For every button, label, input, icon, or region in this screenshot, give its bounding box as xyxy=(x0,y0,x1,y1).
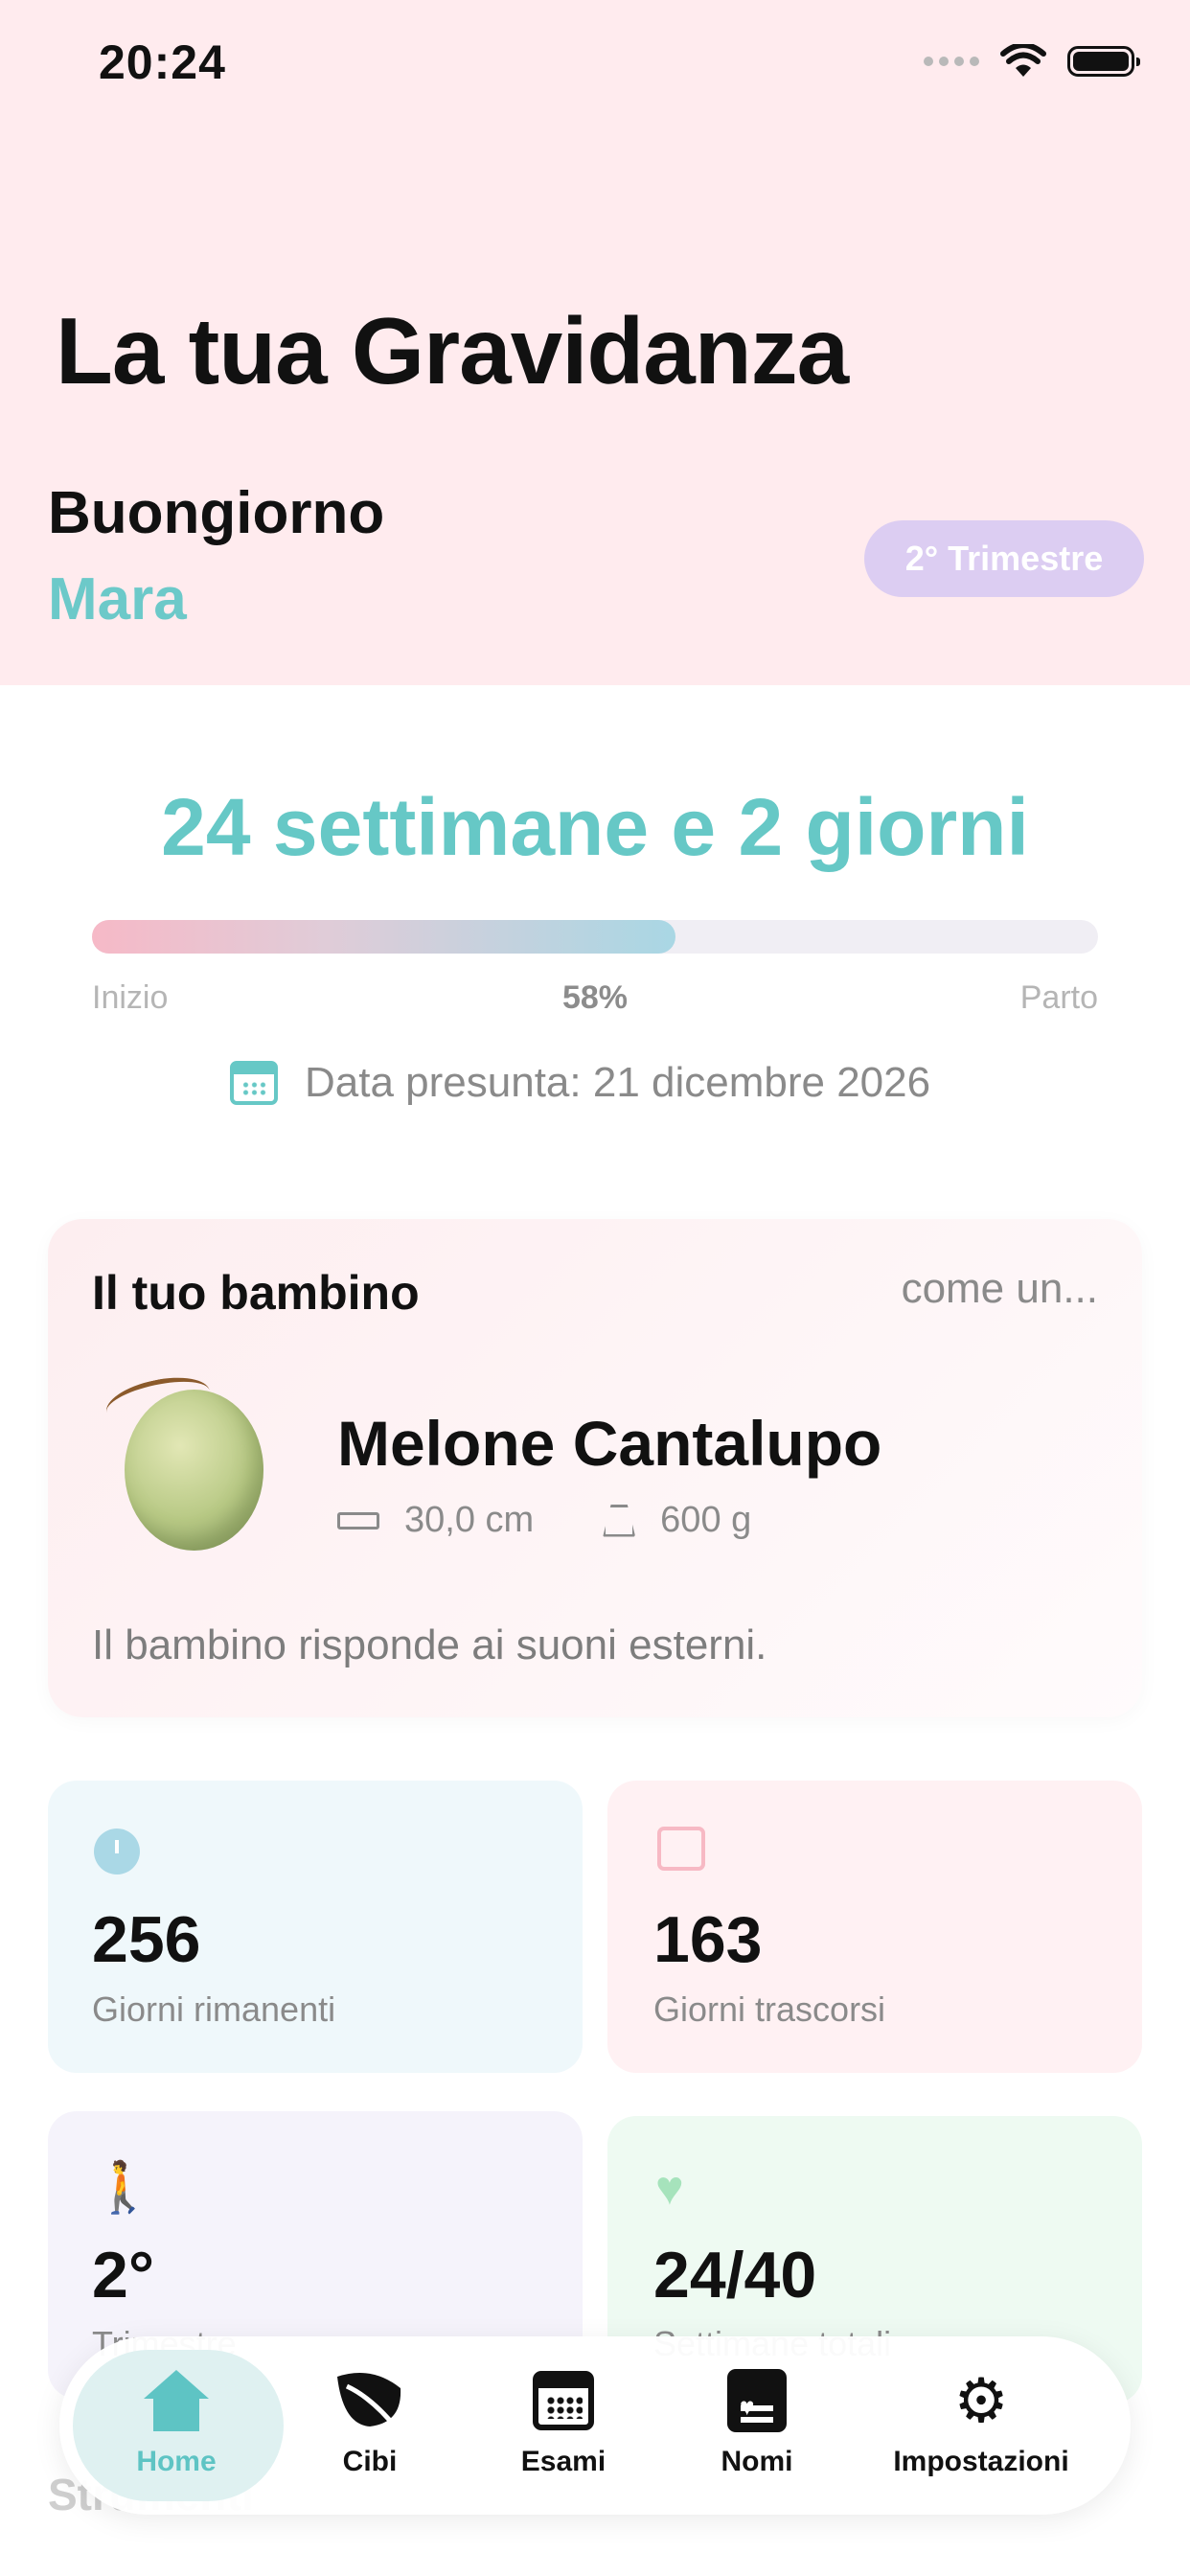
baby-card-like-label: come un... xyxy=(901,1265,1098,1312)
melon-image xyxy=(125,1390,263,1551)
fruit-name: Melone Cantalupo xyxy=(337,1408,882,1479)
baby-weight: 600 g xyxy=(660,1500,752,1540)
baby-card-title: Il tuo bambino xyxy=(92,1266,420,1320)
status-time: 20:24 xyxy=(99,35,226,89)
tab-cibi[interactable]: Cibi xyxy=(274,2367,466,2478)
due-date-text: Data presunta: 21 dicembre 2026 xyxy=(305,1059,931,1106)
gear-icon: ⚙ xyxy=(953,2366,1009,2435)
calendar-icon xyxy=(230,1061,278,1105)
baby-measurements: 30,0 cm 600 g xyxy=(337,1500,751,1541)
stat-value: 2° xyxy=(92,2239,155,2312)
trimester-badge: 2° Trimestre xyxy=(864,520,1144,597)
wifi-icon xyxy=(1000,44,1046,77)
tab-label: Cibi xyxy=(342,2446,398,2477)
tab-label: Esami xyxy=(520,2446,606,2477)
name-card-icon xyxy=(727,2369,787,2440)
stat-value: 256 xyxy=(92,1903,201,1976)
heart-icon: ♥ xyxy=(655,2161,684,2215)
user-name: Mara xyxy=(48,566,187,632)
stat-value: 163 xyxy=(653,1903,763,1976)
status-icons xyxy=(924,44,1140,79)
weeks-headline: 24 settimane e 2 giorni xyxy=(161,782,1029,872)
stat-label: Giorni rimanenti xyxy=(92,1990,336,2029)
leaf-icon xyxy=(337,2373,401,2430)
baby-description: Il bambino risponde ai suoni esterni. xyxy=(92,1622,767,1668)
tab-label: Nomi xyxy=(721,2446,793,2477)
baby-length: 30,0 cm xyxy=(404,1500,535,1540)
tab-label: Impostazioni xyxy=(893,2446,1069,2477)
walking-icon: 🚶 xyxy=(92,2160,154,2216)
stat-value: 24/40 xyxy=(653,2239,817,2312)
due-date-row: Data presunta: 21 dicembre 2026 xyxy=(230,1059,930,1107)
calendar-icon xyxy=(533,2371,594,2430)
progress-percent: 58% xyxy=(561,979,629,1016)
progress-end-label: Parto xyxy=(1019,979,1098,1016)
tab-esami[interactable]: Esami xyxy=(468,2367,659,2478)
tab-impostazioni[interactable]: ⚙ Impostazioni xyxy=(885,2367,1077,2478)
progress-fill xyxy=(92,920,675,954)
page-title: La tua Gravidanza xyxy=(56,298,849,403)
stat-label: Giorni trascorsi xyxy=(653,1990,886,2029)
tab-home[interactable]: Home xyxy=(80,2367,272,2478)
tab-label: Home xyxy=(136,2446,217,2477)
tab-nomi[interactable]: Nomi xyxy=(661,2367,853,2478)
ruler-icon xyxy=(337,1511,379,1530)
battery-icon xyxy=(1067,46,1140,77)
greeting: Buongiorno xyxy=(48,480,385,546)
calendar-check-icon xyxy=(657,1827,705,1871)
weight-icon xyxy=(603,1504,636,1537)
clock-icon xyxy=(94,1828,140,1874)
home-icon xyxy=(144,2370,209,2431)
signal-icon xyxy=(924,57,979,66)
